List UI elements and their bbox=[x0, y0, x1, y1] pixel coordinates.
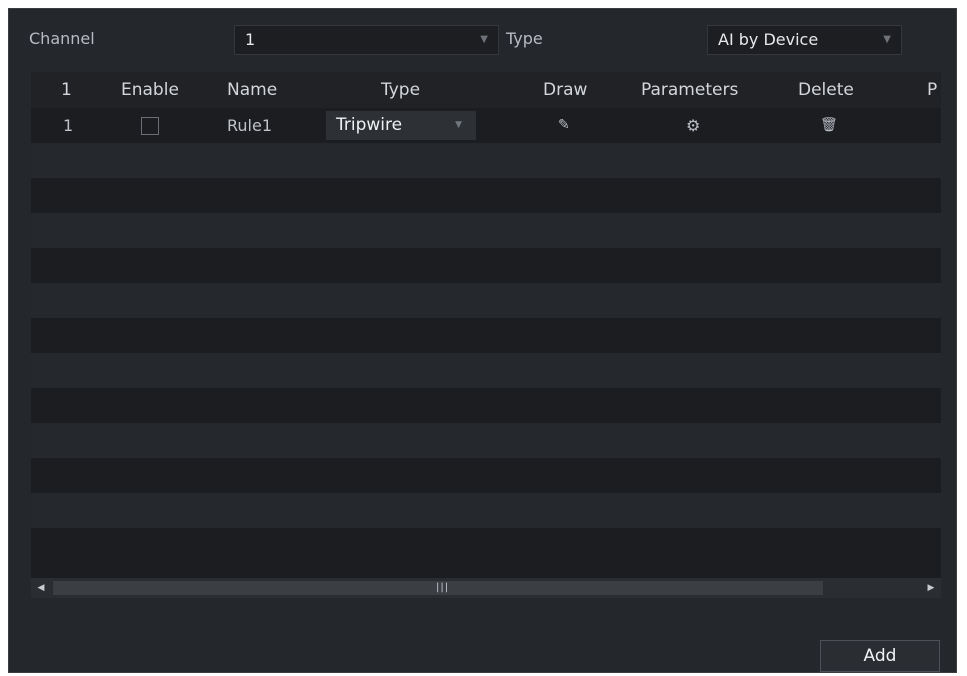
trash-icon[interactable]: 🗑 bbox=[820, 108, 838, 143]
table-row bbox=[31, 388, 941, 423]
grip-icon: ||| bbox=[436, 582, 450, 593]
table-row[interactable]: 1 Rule1 Tripwire ▼ ✎ ⚙ 🗑 bbox=[31, 108, 941, 143]
table-row bbox=[31, 458, 941, 493]
col-header-truncated: P bbox=[927, 80, 938, 100]
table-row bbox=[31, 423, 941, 458]
rules-table: 1 Enable Name Type Draw Parameters Delet… bbox=[31, 72, 941, 598]
horizontal-scrollbar[interactable]: ◀ ||| ▶ bbox=[31, 578, 941, 598]
type-select-value: AI by Device bbox=[718, 30, 819, 49]
rule-name: Rule1 bbox=[227, 116, 273, 135]
rule-type-select[interactable]: Tripwire ▼ bbox=[326, 111, 476, 140]
col-header-type: Type bbox=[381, 80, 421, 100]
table-row bbox=[31, 248, 941, 283]
table-row bbox=[31, 213, 941, 248]
col-header-name: Name bbox=[227, 80, 278, 100]
type-label: Type bbox=[506, 29, 543, 48]
table-row bbox=[31, 143, 941, 178]
table-header: 1 Enable Name Type Draw Parameters Delet… bbox=[31, 72, 941, 108]
gear-icon[interactable]: ⚙ bbox=[686, 108, 700, 143]
col-header-enable: Enable bbox=[121, 80, 179, 100]
col-header-parameters: Parameters bbox=[641, 80, 739, 100]
rule-type-value: Tripwire bbox=[336, 115, 403, 135]
rule-config-panel: Channel 1 ▼ Type AI by Device ▼ 1 Enable… bbox=[8, 8, 957, 673]
channel-select[interactable]: 1 ▼ bbox=[234, 25, 499, 55]
table-row bbox=[31, 318, 941, 353]
col-header-draw: Draw bbox=[543, 80, 588, 100]
chevron-down-icon: ▼ bbox=[480, 34, 488, 45]
table-row bbox=[31, 178, 941, 213]
col-header-index: 1 bbox=[61, 80, 72, 100]
add-button[interactable]: Add bbox=[820, 640, 940, 672]
scroll-right-icon[interactable]: ▶ bbox=[921, 578, 941, 598]
chevron-down-icon: ▼ bbox=[883, 34, 891, 45]
row-index: 1 bbox=[63, 116, 74, 135]
table-row bbox=[31, 493, 941, 528]
pencil-icon[interactable]: ✎ bbox=[558, 108, 570, 143]
channel-select-value: 1 bbox=[245, 30, 256, 49]
col-header-delete: Delete bbox=[798, 80, 854, 100]
type-select[interactable]: AI by Device ▼ bbox=[707, 25, 902, 55]
scroll-left-icon[interactable]: ◀ bbox=[31, 578, 51, 598]
scrollbar-thumb[interactable]: ||| bbox=[53, 581, 823, 595]
table-row bbox=[31, 283, 941, 318]
channel-label: Channel bbox=[29, 29, 95, 48]
table-row bbox=[31, 528, 941, 563]
enable-checkbox[interactable] bbox=[141, 117, 159, 135]
chevron-down-icon: ▼ bbox=[455, 120, 462, 130]
table-row bbox=[31, 353, 941, 388]
